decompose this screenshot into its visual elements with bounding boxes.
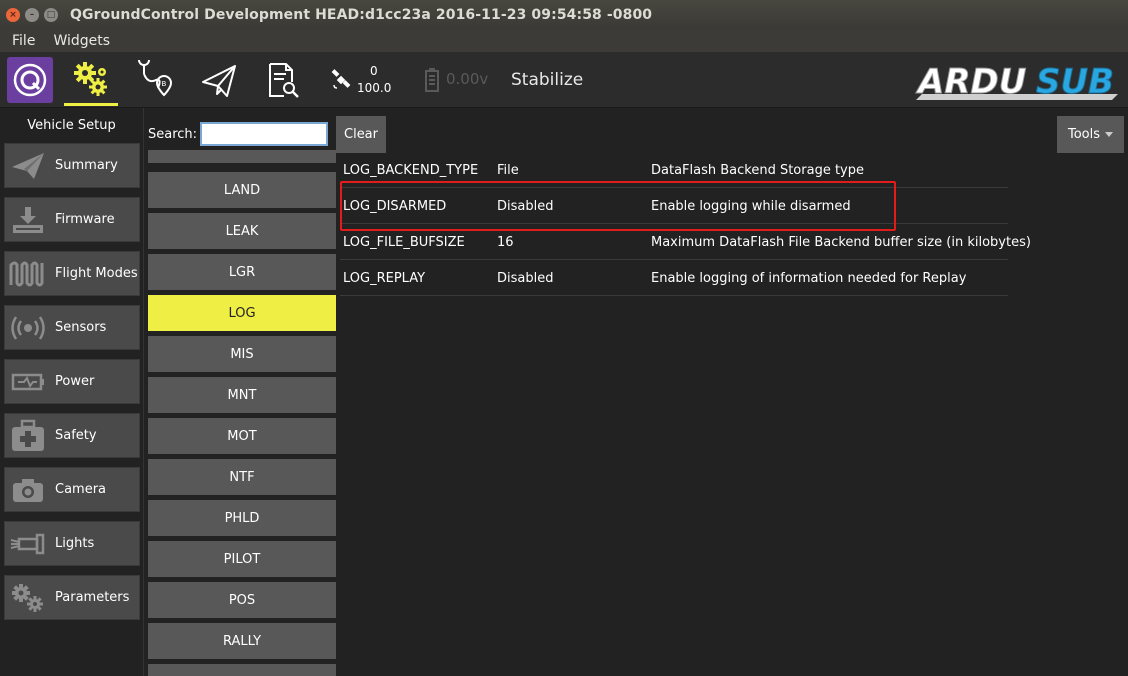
camera-icon (13, 478, 43, 502)
battery-voltage: 0.00v (446, 70, 489, 88)
vehicle-setup-button[interactable] (64, 56, 118, 106)
maximize-icon: □ (46, 9, 56, 20)
battery-icon (11, 373, 44, 390)
plan-button[interactable]: B (130, 56, 178, 104)
setup-summary-button[interactable]: Summary (4, 143, 140, 188)
param-value: File (497, 163, 519, 178)
qgroundcontrol-window: × – □ QGroundControl Development HEAD:d1… (0, 0, 1128, 676)
radio-waves-icon (11, 315, 45, 340)
gps-hdop-value: 100.0 (357, 81, 392, 95)
setup-summary-label: Summary (55, 158, 118, 173)
tools-label: Tools (1067, 127, 1101, 142)
gps-indicator[interactable] (328, 56, 354, 104)
param-name: LOG_BACKEND_TYPE (343, 163, 479, 178)
setup-lights-button[interactable]: Lights (4, 521, 140, 566)
maximize-window-button[interactable]: □ (44, 8, 58, 22)
gps-satellite-count: 0 (370, 64, 378, 78)
group-lgr-button[interactable]: LGR (148, 254, 336, 290)
setup-safety-button[interactable]: Safety (4, 413, 140, 458)
setup-firmware-button[interactable]: Firmware (4, 197, 140, 242)
flight-mode-selector[interactable]: Stabilize (511, 70, 583, 90)
param-description: Maximum DataFlash File Backend buffer si… (651, 235, 1031, 250)
group-phld-button[interactable]: PHLD (148, 500, 336, 536)
close-icon: × (9, 9, 17, 20)
window-title-bar: × – □ QGroundControl Development HEAD:d1… (0, 0, 1128, 30)
group-rally-button[interactable]: RALLY (148, 623, 336, 659)
sidebar-divider (143, 108, 144, 676)
vehicle-setup-title: Vehicle Setup (27, 118, 116, 133)
first-aid-kit-icon (12, 419, 44, 451)
satellite-icon (331, 69, 351, 89)
param-description: DataFlash Backend Storage type (651, 163, 864, 178)
setup-camera-label: Camera (55, 482, 107, 497)
fly-paper-plane-icon (202, 65, 236, 97)
search-label: Search: (148, 127, 198, 142)
group-log-button[interactable]: LOG (148, 295, 336, 331)
setup-flight-modes-button[interactable]: Flight Modes (4, 251, 140, 296)
brand-sub: SUB (1036, 62, 1114, 102)
paper-plane-icon (12, 152, 44, 179)
wave-icon (9, 261, 44, 286)
analyze-document-icon (269, 63, 299, 98)
setup-safety-label: Safety (55, 428, 97, 443)
plan-waypoint-icon: B (138, 60, 173, 97)
fly-button[interactable] (195, 56, 243, 104)
tools-menu-button[interactable]: Tools (1057, 116, 1124, 153)
menu-widgets[interactable]: Widgets (53, 33, 110, 49)
group-leak-button[interactable]: LEAK (148, 213, 336, 249)
gears-icon (12, 583, 43, 612)
annotation-highlight-box (340, 181, 896, 231)
group-pos-button[interactable]: POS (148, 582, 336, 618)
close-window-button[interactable]: × (6, 8, 20, 22)
download-icon (13, 206, 43, 233)
flashlight-icon (10, 533, 45, 554)
group-ntf-button[interactable]: NTF (148, 459, 336, 495)
vehicle-setup-sidebar: Vehicle Setup Summary Firmware Flight Mo… (0, 108, 143, 676)
group-mnt-button[interactable]: MNT (148, 377, 336, 413)
param-value: 16 (497, 235, 514, 250)
table-row[interactable]: LOG_REPLAY Disabled Enable logging of in… (340, 260, 1008, 296)
group-next-partial[interactable] (148, 664, 336, 676)
param-name: LOG_FILE_BUFSIZE (343, 235, 465, 250)
minimize-window-button[interactable]: – (25, 8, 39, 22)
window-title: QGroundControl Development HEAD:d1cc23a … (70, 7, 653, 23)
setup-parameters-button[interactable]: Parameters (4, 575, 140, 620)
group-mis-button[interactable]: MIS (148, 336, 336, 372)
window-controls: × – □ (6, 8, 58, 22)
analyze-button[interactable] (258, 56, 306, 104)
svg-text:B: B (162, 80, 167, 88)
setup-sensors-label: Sensors (55, 320, 107, 335)
setup-camera-button[interactable]: Camera (4, 467, 140, 512)
param-description: Enable logging of information needed for… (651, 271, 967, 286)
param-name: LOG_REPLAY (343, 271, 426, 286)
search-input[interactable] (200, 122, 328, 146)
setup-flight-modes-label: Flight Modes (55, 266, 138, 281)
setup-parameters-label: Parameters (55, 590, 130, 605)
group-mot-button[interactable]: MOT (148, 418, 336, 454)
setup-sensors-button[interactable]: Sensors (4, 305, 140, 350)
main-toolbar: B 0 100.0 0.00v Stabilize ARDU SUB (0, 52, 1128, 108)
qgc-logo-button[interactable] (7, 57, 53, 103)
ardusub-logo: ARDU SUB (915, 62, 1118, 103)
param-value: Disabled (497, 271, 554, 286)
qgc-logo-icon (13, 63, 47, 97)
chevron-down-icon (1105, 132, 1114, 137)
setup-power-label: Power (55, 374, 95, 389)
group-pilot-button[interactable]: PILOT (148, 541, 336, 577)
clear-search-button[interactable]: Clear (336, 116, 386, 153)
menu-file[interactable]: File (12, 33, 35, 49)
setup-firmware-label: Firmware (55, 212, 115, 227)
group-ins-button[interactable]: INS (148, 150, 336, 163)
minimize-icon: – (29, 9, 35, 20)
battery-indicator[interactable] (422, 56, 442, 104)
group-land-button[interactable]: LAND (148, 172, 336, 208)
setup-power-button[interactable]: Power (4, 359, 140, 404)
vehicle-setup-gear-icon (74, 62, 107, 96)
parameter-group-list[interactable]: INS LAND LEAK LGR LOG MIS MNT MOT NTF PH… (148, 150, 336, 676)
battery-icon (425, 68, 439, 92)
setup-lights-label: Lights (55, 536, 95, 551)
menu-bar: File Widgets (0, 30, 1128, 52)
brand-ardu: ARDU (915, 62, 1026, 102)
